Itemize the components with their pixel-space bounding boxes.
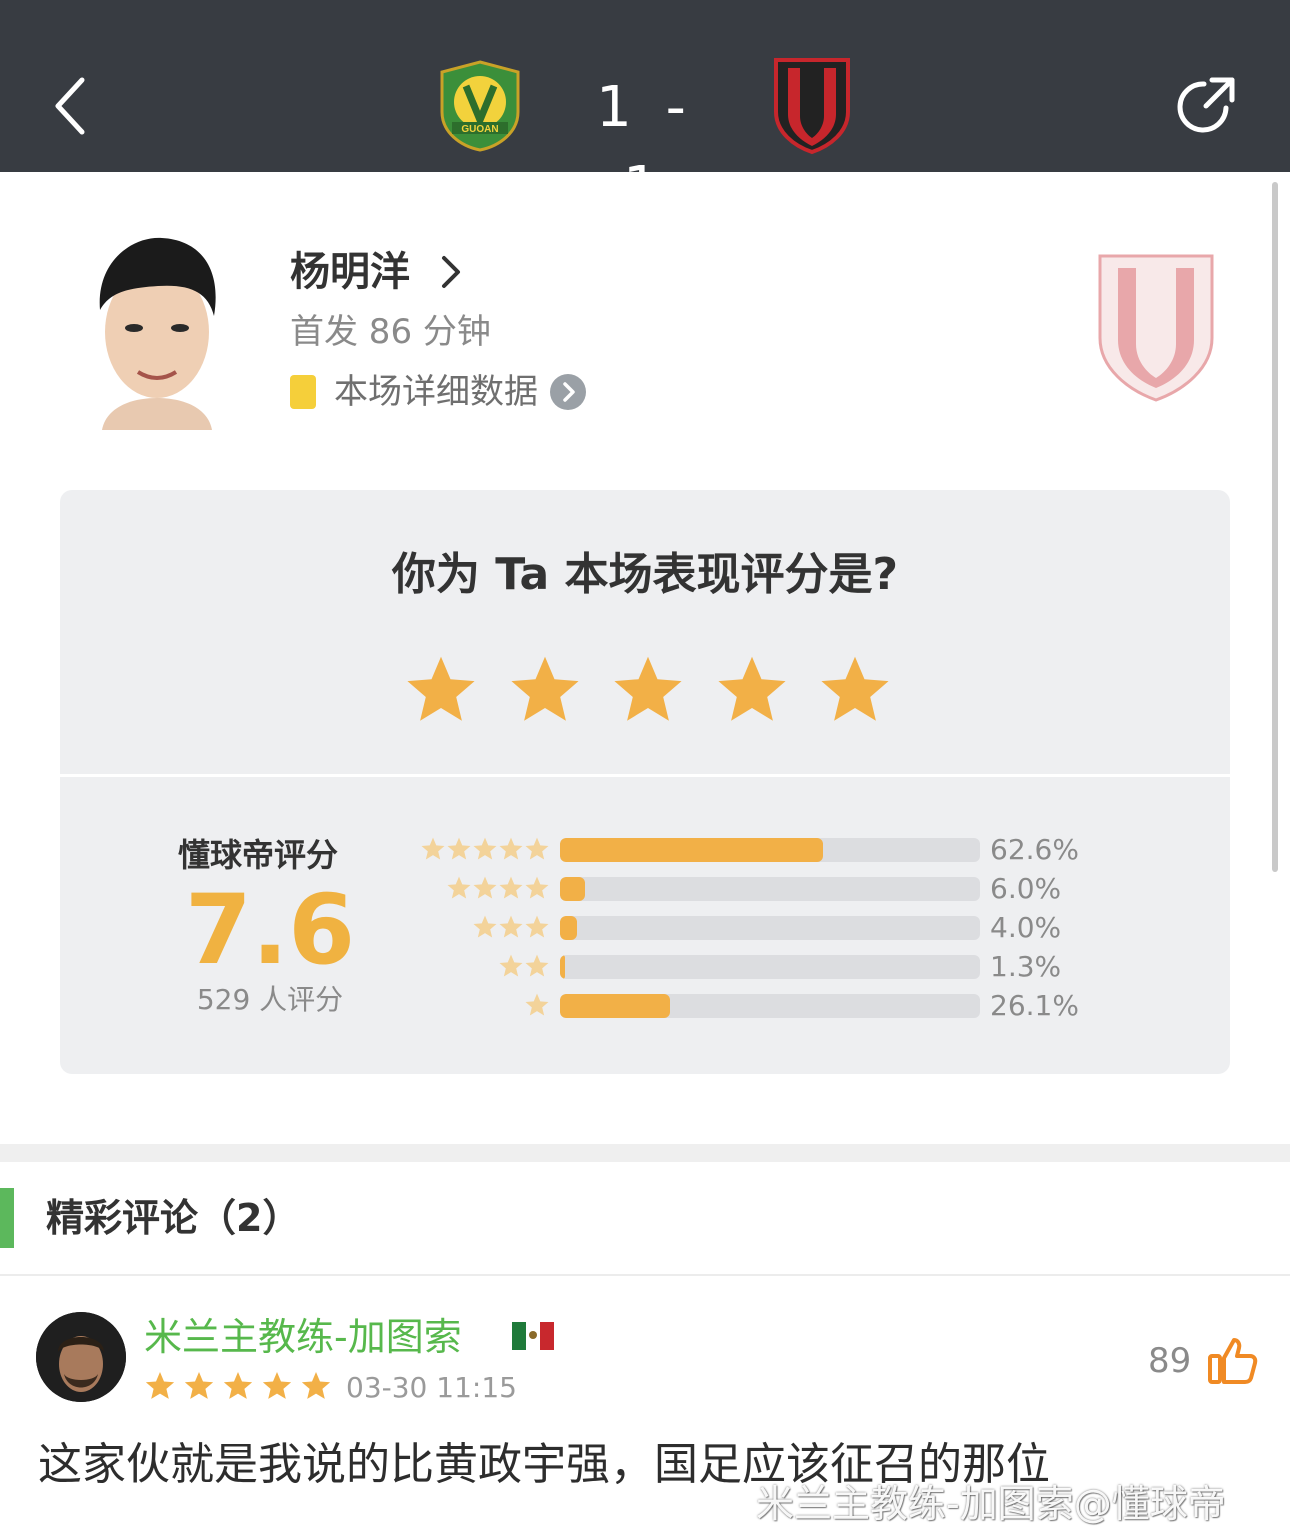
comment-star-icon (184, 1372, 214, 1399)
comment-star-icon (301, 1372, 331, 1399)
home-team-logo-icon[interactable]: GUOAN (438, 60, 522, 152)
minutes-played: 首发 86 分钟 (290, 312, 491, 352)
section-separator (0, 1144, 1290, 1162)
commenter-name[interactable]: 米兰主教练-加图索 (144, 1310, 462, 1364)
rate-star-2-icon[interactable] (507, 652, 583, 728)
small-star-icon (525, 915, 549, 938)
small-star-icon (473, 837, 497, 860)
small-star-icon (499, 915, 523, 938)
share-icon[interactable] (1170, 72, 1240, 142)
distribution-stars (524, 992, 550, 1022)
small-star-icon (525, 876, 549, 899)
distribution-stars (446, 875, 550, 905)
yellow-card-icon (290, 375, 316, 409)
rating-question: 你为 Ta 本场表现评分是? (391, 549, 899, 600)
circle-arrow-right-icon (550, 374, 586, 410)
comments-divider (0, 1274, 1290, 1276)
score-title: 懂球帝评分 (178, 836, 339, 874)
distribution-percent: 4.0% (990, 911, 1062, 944)
distribution-percent: 6.0% (990, 872, 1062, 905)
away-team-logo-icon[interactable] (772, 56, 852, 156)
rate-star-1-icon[interactable] (403, 652, 479, 728)
rate-star-4-icon[interactable] (714, 652, 790, 728)
comment-star-icon (223, 1372, 253, 1399)
distribution-bar-fill (560, 955, 566, 979)
small-star-icon (525, 837, 549, 860)
home-logo-text: GUOAN (461, 124, 498, 135)
small-star-icon (447, 876, 471, 899)
match-header: GUOAN 1 - 1 (0, 0, 1290, 220)
small-star-icon (525, 993, 549, 1016)
rating-card: 你为 Ta 本场表现评分是? 懂球帝评分 7.6 529 人评分 62.6% 6.… (60, 490, 1230, 1074)
distribution-row-1: 26.1% (416, 988, 1116, 1027)
comment-star-rating (144, 1370, 339, 1404)
small-star-icon (499, 876, 523, 899)
distribution-bar-fill (560, 877, 586, 901)
commenter-avatar[interactable] (36, 1312, 126, 1402)
watermark-text: 米兰主教练-加图索@懂球帝 (756, 1482, 1226, 1526)
detail-link-label: 本场详细数据 (334, 372, 538, 412)
distribution-row-3: 4.0% (416, 910, 1116, 949)
small-star-icon (421, 837, 445, 860)
small-star-icon (499, 954, 523, 977)
distribution-row-2: 1.3% (416, 949, 1116, 988)
distribution-bar-track (560, 838, 980, 862)
rating-star-input[interactable] (403, 652, 893, 728)
rate-star-5-icon[interactable] (817, 652, 893, 728)
player-name[interactable]: 杨明洋 (290, 244, 410, 300)
section-accent-bar (0, 1188, 14, 1248)
distribution-percent: 1.3% (990, 950, 1062, 983)
small-star-icon (499, 837, 523, 860)
distribution-bar-fill (560, 994, 670, 1018)
match-score: 1 - 1 (596, 75, 694, 220)
small-star-icon (473, 915, 497, 938)
back-arrow-icon[interactable] (40, 70, 110, 140)
distribution-percent: 26.1% (990, 989, 1079, 1022)
distribution-bar-fill (560, 916, 577, 940)
rate-star-3-icon[interactable] (610, 652, 686, 728)
distribution-row-5: 62.6% (416, 832, 1116, 871)
rating-distribution: 62.6% 6.0% 4.0% 1.3% 26.1% (416, 832, 1116, 1027)
small-star-icon (447, 837, 471, 860)
match-detail-link[interactable]: 本场详细数据 (290, 366, 586, 418)
small-star-icon (473, 876, 497, 899)
chevron-right-icon[interactable] (436, 254, 466, 290)
distribution-bar-track (560, 916, 980, 940)
player-avatar (82, 232, 232, 430)
distribution-row-4: 6.0% (416, 871, 1116, 910)
small-star-icon (525, 954, 549, 977)
comment-star-icon (262, 1372, 292, 1399)
rating-count: 529 人评分 (196, 983, 344, 1016)
comment-star-icon (145, 1372, 175, 1399)
distribution-bar-fill (560, 838, 823, 862)
average-score: 7.6 (184, 874, 356, 986)
distribution-bar-track (560, 994, 980, 1018)
comment-time: 03-30 11:15 (346, 1371, 517, 1404)
scrollbar[interactable] (1272, 182, 1278, 872)
mexico-flag-icon (512, 1322, 554, 1350)
team-badge-watermark-icon (1096, 250, 1216, 406)
distribution-bar-track (560, 955, 980, 979)
card-divider (60, 774, 1230, 777)
comments-title: 精彩评论（2） (46, 1196, 301, 1240)
distribution-percent: 62.6% (990, 833, 1079, 866)
distribution-stars (420, 836, 550, 866)
like-count: 89 (1148, 1341, 1192, 1381)
distribution-stars (472, 914, 550, 944)
thumbs-up-icon[interactable] (1206, 1334, 1258, 1386)
distribution-bar-track (560, 877, 980, 901)
distribution-stars (498, 953, 550, 983)
